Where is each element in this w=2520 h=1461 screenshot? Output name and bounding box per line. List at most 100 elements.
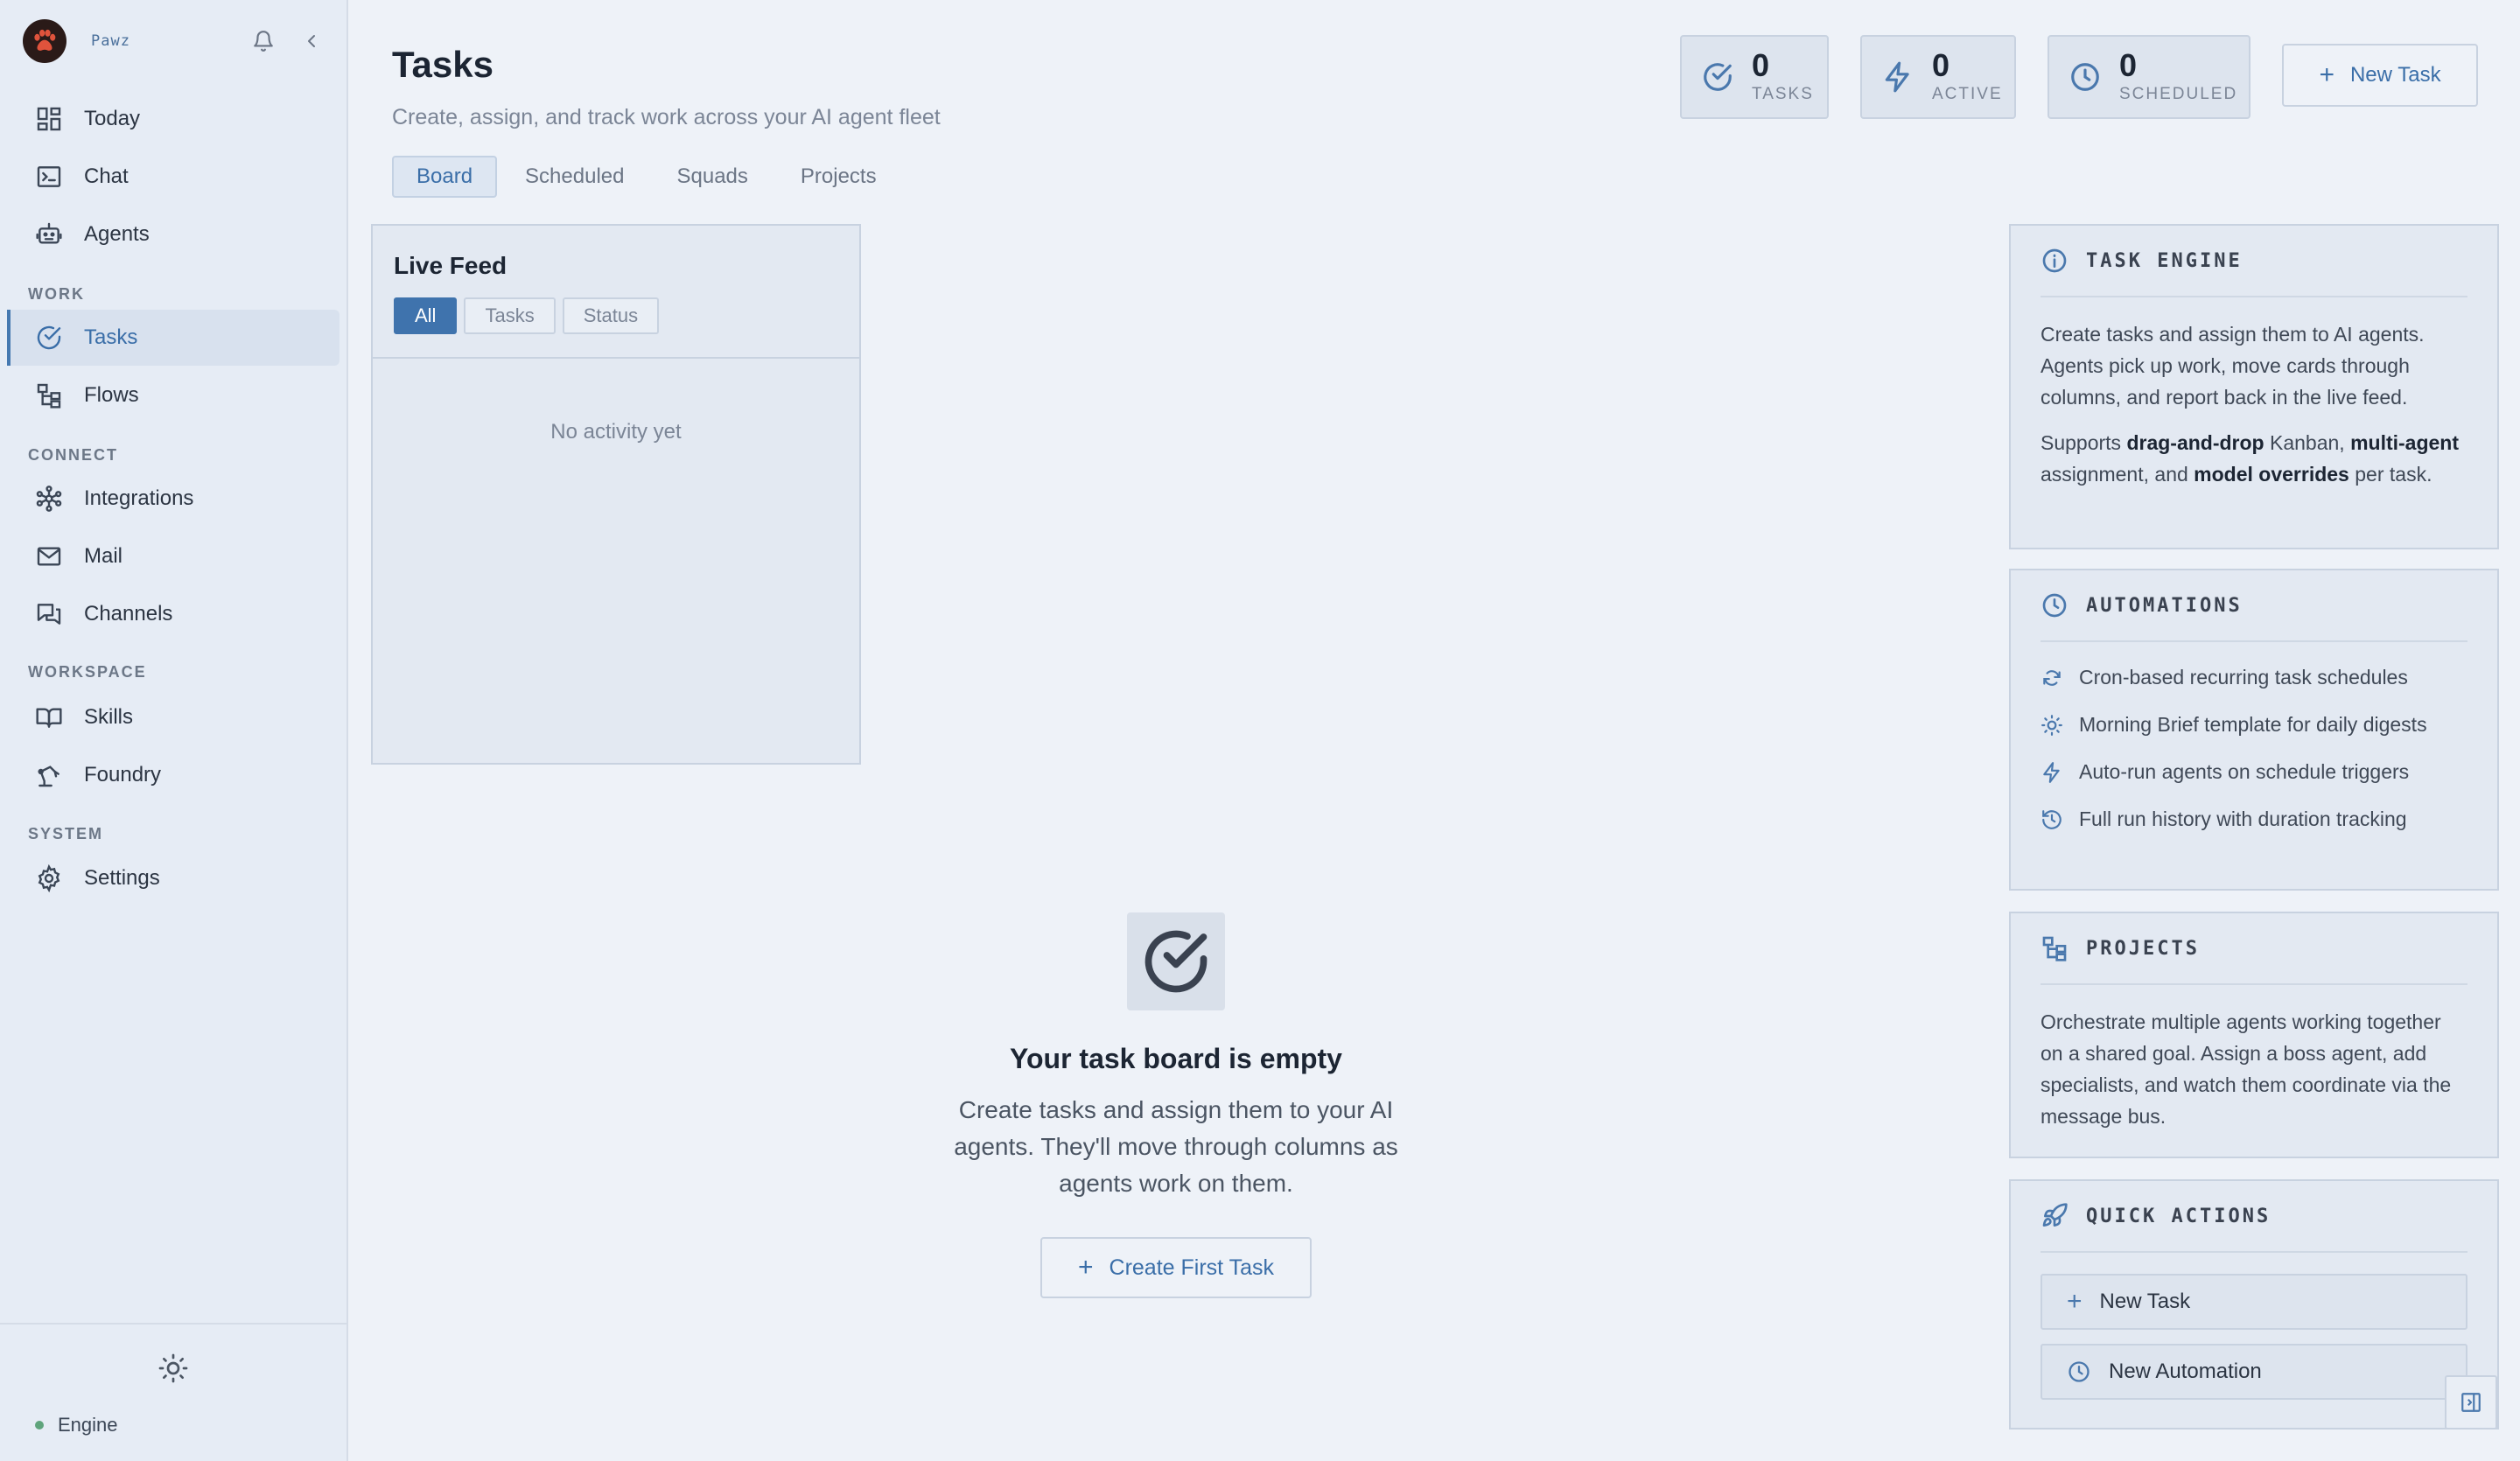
- section-label-workspace: WORKSPACE: [28, 663, 147, 681]
- status-dot: [35, 1421, 44, 1430]
- filter-all[interactable]: All: [394, 297, 458, 334]
- sidebar-item-flows[interactable]: Flows: [7, 367, 340, 423]
- robot-icon: [36, 222, 62, 244]
- sidebar-divider: [0, 1323, 346, 1325]
- list-item: Full run history with duration tracking: [2040, 805, 2468, 834]
- sidebar-item-settings[interactable]: Settings: [7, 850, 340, 906]
- info-icon: [2042, 248, 2067, 273]
- panel-header: AUTOMATIONS: [2040, 570, 2468, 642]
- engine-status: Engine: [35, 1414, 118, 1437]
- sidebar-item-label: Mail: [84, 544, 123, 568]
- page-subtitle: Create, assign, and track work across yo…: [392, 105, 941, 129]
- task-engine-description: Create tasks and assign them to AI agent…: [2040, 323, 2425, 409]
- projects-description: Orchestrate multiple agents working toge…: [2040, 1010, 2452, 1128]
- sidebar-item-foundry[interactable]: Foundry: [7, 747, 340, 803]
- collapse-sidebar-icon[interactable]: [301, 31, 322, 52]
- tab-board[interactable]: Board: [392, 156, 498, 198]
- quick-new-automation-button[interactable]: New Automation: [2040, 1344, 2468, 1400]
- stat-active: 0 ACTIVE: [1860, 35, 2016, 119]
- sidebar-item-label: Flows: [84, 383, 139, 407]
- bell-icon[interactable]: [252, 30, 275, 52]
- section-label-connect: CONNECT: [28, 446, 118, 464]
- sidebar-item-mail[interactable]: Mail: [7, 528, 340, 584]
- stat-tasks: 0 TASKS: [1680, 35, 1829, 119]
- filter-tasks[interactable]: Tasks: [464, 297, 556, 334]
- section-label-work: WORK: [28, 285, 85, 303]
- sidebar-item-chat[interactable]: Chat: [7, 149, 340, 205]
- check-circle-icon: [1144, 930, 1208, 993]
- panel-header: PROJECTS: [2040, 913, 2468, 985]
- sidebar-item-agents[interactable]: Agents: [7, 206, 340, 262]
- rocket-icon: [2042, 1203, 2068, 1227]
- panel-title: QUICK ACTIONS: [2086, 1205, 2272, 1227]
- section-label-system: SYSTEM: [28, 825, 104, 842]
- live-feed-header: Live Feed All Tasks Status: [373, 226, 859, 359]
- panel-toggle-icon: [2461, 1393, 2481, 1412]
- theme-toggle-button[interactable]: [158, 1353, 189, 1384]
- plus-icon: +: [2067, 1287, 2082, 1316]
- check-circle-icon: [37, 325, 61, 350]
- paw-icon: [34, 29, 56, 51]
- plus-icon: +: [1077, 1253, 1094, 1282]
- feed-filters: All Tasks Status: [394, 297, 859, 334]
- feed-empty-text: No activity yet: [550, 420, 682, 444]
- network-icon: [36, 486, 62, 512]
- sidebar-item-label: Chat: [84, 164, 129, 188]
- sidebar-item-channels[interactable]: Channels: [7, 586, 340, 642]
- tab-scheduled[interactable]: Scheduled: [500, 156, 648, 198]
- stat-value: 0: [1932, 47, 1950, 83]
- live-feed: Live Feed All Tasks Status No activity y…: [371, 224, 861, 765]
- empty-board-icon: [1127, 912, 1225, 1010]
- flow-icon: [37, 383, 61, 409]
- new-task-button[interactable]: + New Task: [2282, 44, 2478, 107]
- tab-projects[interactable]: Projects: [776, 156, 901, 198]
- sidebar-item-label: Foundry: [84, 763, 162, 786]
- sidebar-item-label: Agents: [84, 222, 150, 246]
- page-title: Tasks: [392, 44, 494, 85]
- list-item: Cron-based recurring task schedules: [2040, 663, 2468, 692]
- panel-header: TASK ENGINE: [2040, 226, 2468, 297]
- sidebar-header: Pawz: [23, 19, 320, 63]
- stat-value: 0: [2119, 47, 2138, 83]
- quick-actions-panel: QUICK ACTIONS + New Task New Automation: [2009, 1179, 2499, 1430]
- sidebar-item-label: Today: [84, 107, 141, 130]
- task-engine-features: Supports drag-and-drop Kanban, multi-age…: [2040, 431, 2460, 486]
- empty-state-description: Create tasks and assign them to your AI …: [954, 1096, 1398, 1197]
- quick-new-task-button[interactable]: + New Task: [2040, 1274, 2468, 1330]
- messages-icon: [37, 604, 61, 625]
- sidebar-item-tasks[interactable]: Tasks: [7, 310, 340, 366]
- sidebar-item-label: Channels: [84, 602, 173, 626]
- lightning-icon: [2043, 762, 2060, 783]
- sidebar-item-label: Skills: [84, 705, 134, 729]
- avatar[interactable]: [23, 19, 66, 63]
- engine-label: Engine: [58, 1414, 118, 1436]
- sidebar-item-today[interactable]: Today: [7, 91, 340, 147]
- flow-icon: [2042, 936, 2067, 961]
- view-tabs: Board Scheduled Squads Projects: [392, 156, 905, 198]
- toggle-panel-button[interactable]: [2445, 1375, 2497, 1430]
- empty-state-title: Your task board is empty: [1010, 1043, 1342, 1074]
- dashboard-icon: [37, 107, 61, 131]
- robot-arm-icon: [38, 765, 60, 787]
- lightning-icon: [1885, 61, 1909, 93]
- sidebar-item-label: Settings: [84, 866, 160, 890]
- stat-label: TASKS: [1752, 85, 1814, 103]
- history-icon: [2042, 810, 2062, 829]
- brand-name: Pawz: [91, 32, 130, 50]
- create-first-task-button[interactable]: + Create First Task: [1040, 1237, 1312, 1298]
- tab-squads[interactable]: Squads: [652, 156, 772, 198]
- automations-panel: AUTOMATIONS Cron-based recurring task sc…: [2009, 569, 2499, 891]
- book-icon: [36, 708, 62, 728]
- sun-icon: [158, 1353, 188, 1383]
- panel-title: PROJECTS: [2086, 937, 2200, 960]
- sidebar-item-integrations[interactable]: Integrations: [7, 471, 340, 527]
- list-item: Auto-run agents on schedule triggers: [2040, 758, 2468, 786]
- sidebar-item-skills[interactable]: Skills: [7, 689, 340, 745]
- stat-value: 0: [1752, 47, 1770, 83]
- filter-status[interactable]: Status: [562, 297, 660, 334]
- list-item: Morning Brief template for daily digests: [2040, 710, 2468, 739]
- panel-title: AUTOMATIONS: [2086, 594, 2243, 617]
- mail-icon: [37, 547, 61, 566]
- stat-label: SCHEDULED: [2119, 85, 2238, 103]
- sidebar-item-label: Integrations: [84, 486, 194, 510]
